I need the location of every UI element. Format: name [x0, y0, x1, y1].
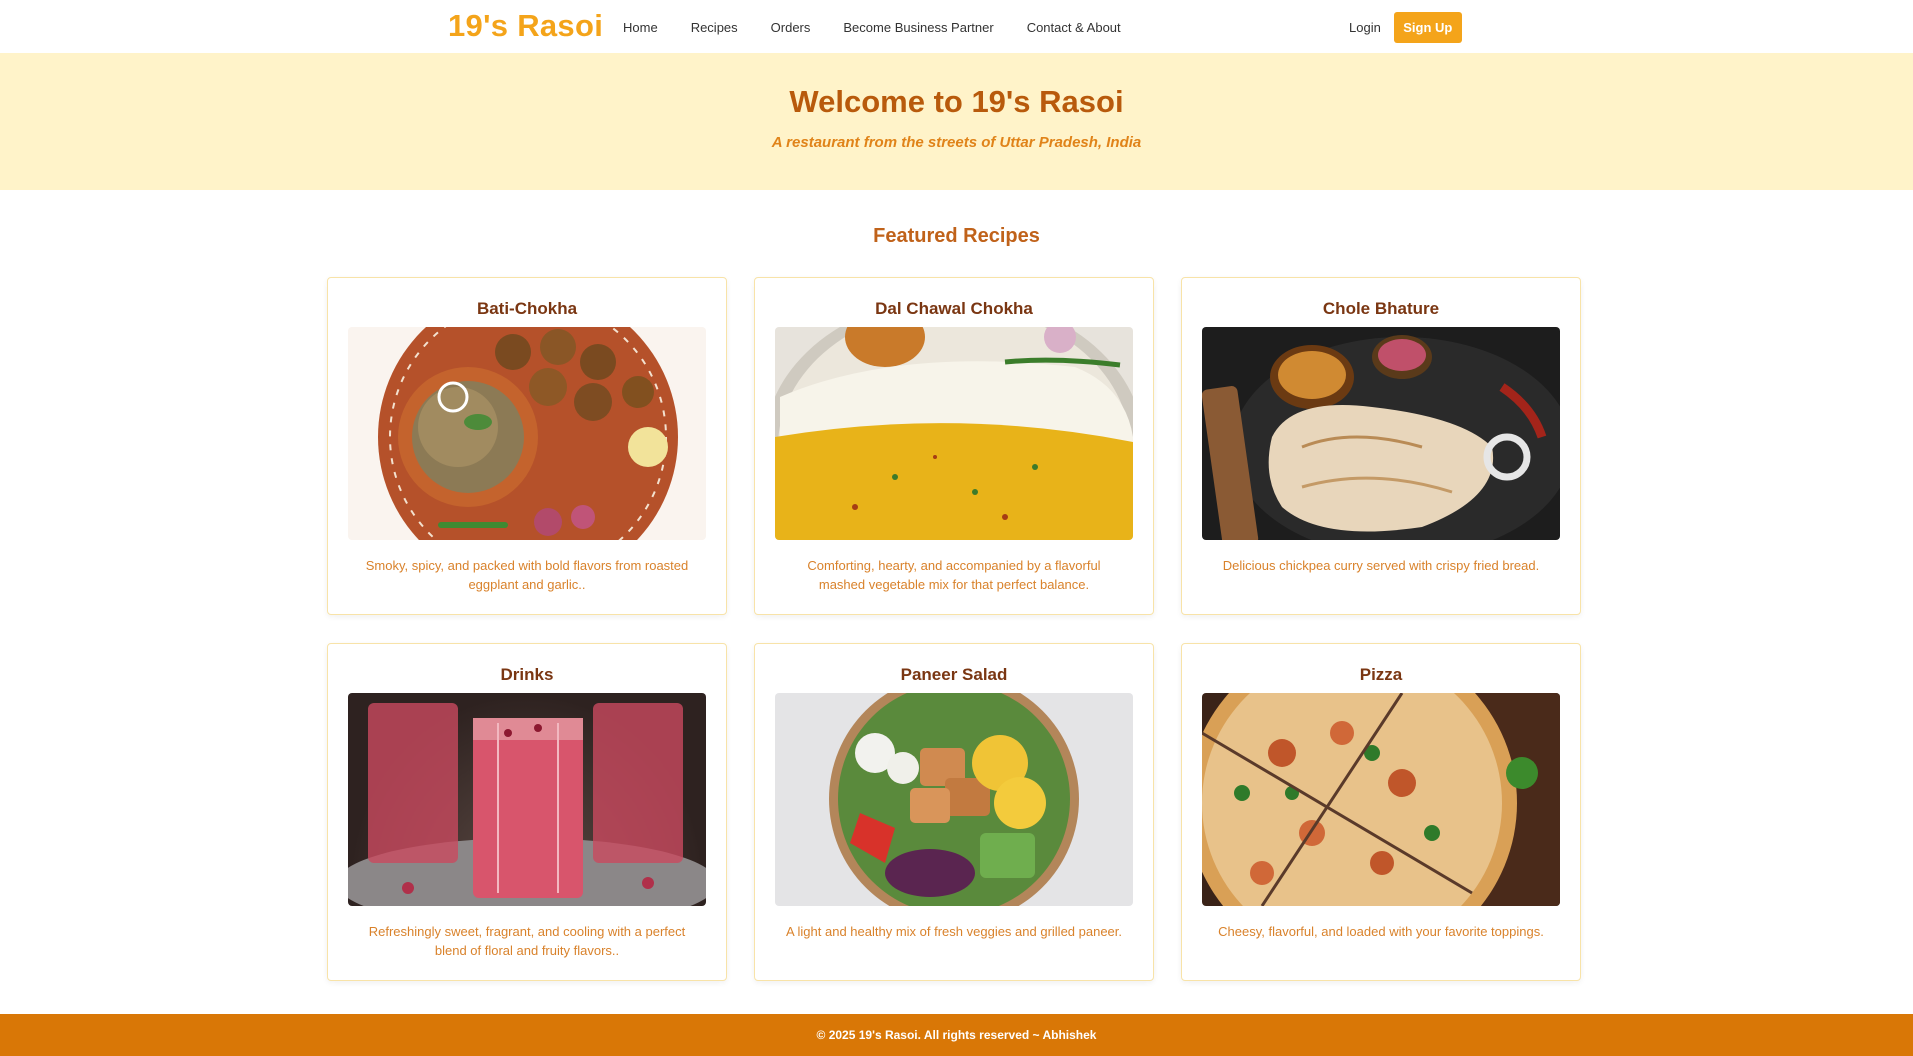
- featured-heading: Featured Recipes: [873, 225, 1040, 247]
- dal-chawal-photo: [775, 327, 1133, 540]
- nav-link-recipes[interactable]: Recipes: [691, 20, 738, 35]
- nav-link-orders[interactable]: Orders: [771, 20, 811, 35]
- recipe-description: Comforting, hearty, and accompanied by a…: [807, 558, 1101, 592]
- hero-banner: Welcome to 19's Rasoi A restaurant from …: [0, 53, 1913, 190]
- footer-copyright: © 2025 19's Rasoi. All rights reserved ~…: [816, 1028, 1097, 1042]
- drinks-photo: [348, 693, 706, 906]
- hero-title: Welcome to 19's Rasoi: [789, 84, 1124, 119]
- recipe-title: Pizza: [1359, 665, 1403, 684]
- recipe-card[interactable]: Chole Bhature Delicious chickpea curry s…: [1181, 277, 1581, 615]
- recipe-description: Smoky, spicy, and packed with bold flavo…: [365, 558, 689, 592]
- recipe-card[interactable]: Paneer Salad A light and healthy mix of …: [754, 643, 1154, 981]
- bati-chokha-photo: [348, 327, 706, 540]
- nav-link-home[interactable]: Home: [623, 20, 658, 35]
- paneer-salad-photo: [775, 693, 1133, 906]
- nav-link-contact-about[interactable]: Contact & About: [1027, 20, 1121, 35]
- recipe-card[interactable]: Drinks Refreshingly sweet, fragrant, and…: [327, 643, 727, 981]
- recipe-title: Paneer Salad: [900, 665, 1008, 684]
- recipe-description: Refreshingly sweet, fragrant, and coolin…: [368, 924, 686, 958]
- chole-bhature-photo: [1202, 327, 1560, 540]
- nav-link-business-partner[interactable]: Become Business Partner: [843, 20, 993, 35]
- recipe-description: Delicious chickpea curry served with cri…: [1222, 558, 1540, 573]
- pizza-photo: [1202, 693, 1560, 906]
- login-link[interactable]: Login: [1349, 20, 1381, 35]
- recipe-grid: Bati-Chokha Smoky, spicy, and packed wit…: [327, 277, 1581, 981]
- nav-links: Home Recipes Orders Become Business Part…: [623, 20, 1154, 35]
- navbar: 19's Rasoi Home Recipes Orders Become Bu…: [0, 0, 1913, 53]
- recipe-title: Bati-Chokha: [476, 299, 578, 318]
- footer: © 2025 19's Rasoi. All rights reserved ~…: [0, 1014, 1913, 1056]
- recipe-card[interactable]: Pizza Cheesy, flavorful, and loaded with…: [1181, 643, 1581, 981]
- recipe-title: Chole Bhature: [1322, 299, 1440, 318]
- recipe-title: Dal Chawal Chokha: [875, 299, 1033, 318]
- signup-button[interactable]: Sign Up: [1393, 12, 1462, 43]
- hero-subtitle: A restaurant from the streets of Uttar P…: [771, 134, 1142, 151]
- auth-actions: Login Sign Up: [1349, 12, 1462, 43]
- brand-logo[interactable]: 19's Rasoi: [448, 8, 603, 44]
- recipe-description: Cheesy, flavorful, and loaded with your …: [1218, 924, 1544, 939]
- recipe-description: A light and healthy mix of fresh veggies…: [785, 924, 1123, 939]
- recipe-card[interactable]: Bati-Chokha Smoky, spicy, and packed wit…: [327, 277, 727, 615]
- recipe-title: Drinks: [500, 665, 554, 684]
- recipe-card[interactable]: Dal Chawal Chokha Comforting, hearty, an…: [754, 277, 1154, 615]
